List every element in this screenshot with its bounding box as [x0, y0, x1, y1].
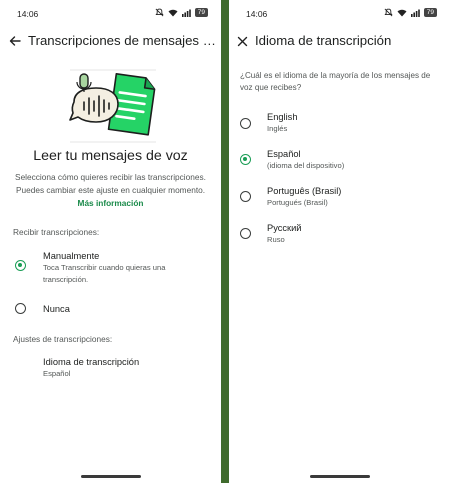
status-bar: 14:06 79	[229, 0, 450, 28]
wifi-icon	[397, 9, 407, 16]
status-time: 14:06	[246, 9, 268, 19]
home-indicator[interactable]	[310, 475, 370, 478]
language-setting-value: Español	[43, 369, 71, 378]
signal-icon	[410, 9, 420, 17]
app-bar: Idioma de transcripción	[229, 28, 450, 58]
language-sub: Ruso	[267, 235, 285, 244]
language-sub: Portugués (Brasil)	[267, 198, 328, 207]
radio-english[interactable]	[240, 118, 251, 129]
more-info-link[interactable]: Más información	[78, 198, 144, 208]
wifi-icon	[168, 9, 178, 16]
voice-message-illustration-icon	[69, 69, 156, 143]
settings-section-label: Ajustes de transcripciones:	[13, 334, 113, 344]
option-never-title: Nunca	[43, 304, 70, 314]
language-name: Русский	[267, 223, 302, 233]
language-option-russian[interactable]: Русский Ruso	[229, 221, 450, 251]
headline: Leer tu mensajes de voz	[33, 148, 188, 164]
language-setting-title: Idioma de transcripción	[43, 357, 140, 367]
close-icon[interactable]	[235, 34, 249, 48]
status-bar: 14:06 79	[0, 0, 221, 28]
transcription-language-screen: 14:06 79 Idioma de transcripción ¿Cuál e…	[229, 0, 450, 483]
app-bar: Transcripciones de mensajes de voz	[0, 28, 221, 58]
option-manual-title: Manualmente	[43, 251, 100, 261]
battery-icon: 79	[194, 8, 208, 17]
radio-espanol[interactable]	[240, 154, 251, 165]
language-name: English	[267, 112, 298, 122]
mute-icon	[155, 8, 164, 17]
home-indicator[interactable]	[81, 475, 141, 478]
status-icons: 79	[384, 8, 437, 17]
language-sub: (idioma del dispositivo)	[267, 161, 345, 170]
radio-russian[interactable]	[240, 228, 251, 239]
page-title: Idioma de transcripción	[255, 33, 392, 48]
radio-manual[interactable]	[15, 260, 26, 271]
language-name: Español	[267, 149, 301, 159]
option-manual-subtitle: Toca Transcribir cuando quieras una tran…	[43, 263, 166, 284]
language-setting-row[interactable]: Idioma de transcripción Español	[0, 352, 221, 382]
signal-icon	[181, 9, 191, 17]
language-option-english[interactable]: English Inglés	[229, 110, 450, 140]
receive-section-label: Recibir transcripciones:	[13, 227, 100, 237]
battery-icon: 79	[423, 8, 437, 17]
mute-icon	[384, 8, 393, 17]
page-title: Transcripciones de mensajes de voz	[28, 33, 217, 48]
arrow-back-icon[interactable]	[8, 34, 22, 48]
language-question: ¿Cuál es el idioma de la mayoría de los …	[240, 71, 431, 92]
language-name: Português (Brasil)	[267, 186, 342, 196]
description: Selecciona cómo quieres recibir las tran…	[14, 171, 207, 210]
status-time: 14:06	[17, 9, 39, 19]
language-option-portugues[interactable]: Português (Brasil) Portugués (Brasil)	[229, 184, 450, 214]
language-option-espanol[interactable]: Español (idioma del dispositivo)	[229, 147, 450, 177]
description-text: Selecciona cómo quieres recibir las tran…	[15, 172, 206, 195]
radio-never[interactable]	[15, 303, 26, 314]
radio-portugues[interactable]	[240, 191, 251, 202]
status-icons: 79	[155, 8, 208, 17]
language-sub: Inglés	[267, 124, 288, 133]
transcriptions-screen: 14:06 79 Transcripciones de mensajes de …	[0, 0, 221, 483]
